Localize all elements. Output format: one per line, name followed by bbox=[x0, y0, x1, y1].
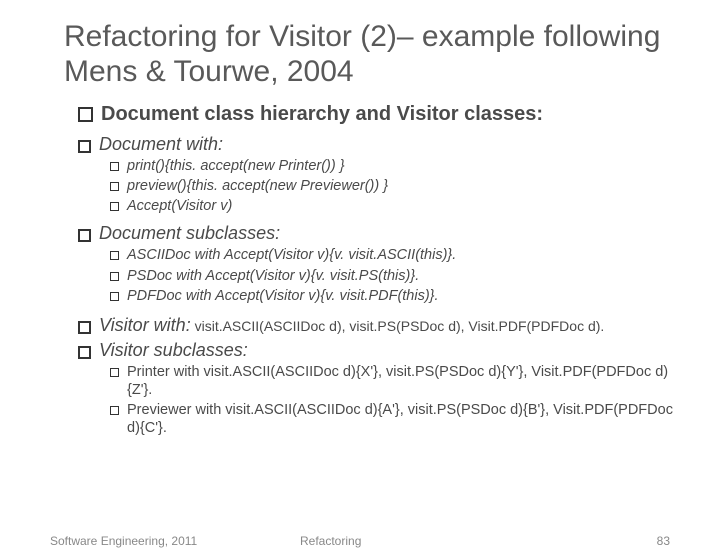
heading-text: Document class hierarchy and Visitor cla… bbox=[101, 103, 680, 126]
subitem: PDFDoc with Accept(Visitor v){v. visit.P… bbox=[110, 287, 680, 305]
subitem: ASCIIDoc with Accept(Visitor v){v. visit… bbox=[110, 246, 680, 264]
subitem: Previewer with visit.ASCII(ASCIIDoc d){A… bbox=[110, 401, 680, 437]
subitem-text: Accept(Visitor v) bbox=[127, 197, 680, 215]
subitem: Accept(Visitor v) bbox=[110, 197, 680, 215]
item-visitor-with: Visitor with: visit.ASCII(ASCIIDoc d), v… bbox=[78, 315, 680, 336]
item-text: Visitor subclasses: bbox=[99, 340, 680, 361]
bullet-box-icon bbox=[78, 321, 91, 334]
bullet-box-icon bbox=[110, 292, 119, 301]
subitem: Printer with visit.ASCII(ASCIIDoc d){X'}… bbox=[110, 363, 680, 399]
item-visitor-subclasses: Visitor subclasses: bbox=[78, 340, 680, 361]
heading-doc-hierarchy: Document class hierarchy and Visitor cla… bbox=[78, 103, 680, 126]
subitem: preview(){this. accept(new Previewer()) … bbox=[110, 177, 680, 195]
bullet-box-icon bbox=[110, 406, 119, 415]
subitem-text: PSDoc with Accept(Visitor v){v. visit.PS… bbox=[127, 267, 680, 285]
bullet-box-icon bbox=[110, 272, 119, 281]
bullet-box-icon bbox=[78, 229, 91, 242]
slide-title: Refactoring for Visitor (2)– example fol… bbox=[64, 20, 680, 89]
item-text: Document subclasses: bbox=[99, 223, 680, 244]
subitem: print(){this. accept(new Printer()) } bbox=[110, 157, 680, 175]
bullet-box-icon bbox=[110, 202, 119, 211]
bullet-box-icon bbox=[78, 107, 93, 122]
subitem-text: ASCIIDoc with Accept(Visitor v){v. visit… bbox=[127, 246, 680, 264]
bullet-box-icon bbox=[110, 368, 119, 377]
bullet-box-icon bbox=[110, 251, 119, 260]
subitem: PSDoc with Accept(Visitor v){v. visit.PS… bbox=[110, 267, 680, 285]
bullet-box-icon bbox=[78, 140, 91, 153]
item-document-subclasses: Document subclasses: bbox=[78, 223, 680, 244]
subitem-text: Previewer with visit.ASCII(ASCIIDoc d){A… bbox=[127, 401, 680, 437]
subitem-text: Printer with visit.ASCII(ASCIIDoc d){X'}… bbox=[127, 363, 680, 399]
subitem-text: PDFDoc with Accept(Visitor v){v. visit.P… bbox=[127, 287, 680, 305]
bullet-box-icon bbox=[110, 162, 119, 171]
subitem-text: print(){this. accept(new Printer()) } bbox=[127, 157, 680, 175]
item-text: Document with: bbox=[99, 134, 680, 155]
bullet-box-icon bbox=[110, 182, 119, 191]
footer-center: Refactoring bbox=[300, 534, 361, 548]
subitem-text: preview(){this. accept(new Previewer()) … bbox=[127, 177, 680, 195]
footer-left: Software Engineering, 2011 bbox=[50, 534, 197, 548]
item-document-with: Document with: bbox=[78, 134, 680, 155]
bullet-box-icon bbox=[78, 346, 91, 359]
footer-page-number: 83 bbox=[657, 534, 670, 548]
item-text: Visitor with: visit.ASCII(ASCIIDoc d), v… bbox=[99, 315, 680, 336]
